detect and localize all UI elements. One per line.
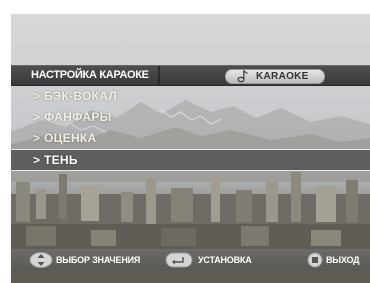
menu-item-fanfare[interactable]: > ФАНФАРЫ [11,107,370,128]
hint-bar: ВЫБОР ЗНАЧЕНИЯ УСТАНОВКА ВЫХОД [11,249,370,271]
exit-hint-label: ВЫХОД [326,255,360,265]
mode-badge: KARAOKE [225,69,325,84]
enter-button-icon [165,252,193,268]
menu-item-score[interactable]: > ОЦЕНКА [11,128,370,149]
menu-item-back-vocal[interactable]: > БЭК-ВОКАЛ [11,86,370,107]
menu-title: НАСТРОЙКА КАРАОКЕ [31,69,149,81]
mode-label: KARAOKE [256,71,309,82]
karaoke-menu: > БЭК-ВОКАЛ > ФАНФАРЫ > ОЦЕНКА > ТЕНЬ [11,86,370,171]
menu-item-shadow[interactable]: > ТЕНЬ [11,149,370,171]
title-divider [158,66,160,85]
select-hint-label: ВЫБОР ЗНАЧЕНИЯ [56,255,141,265]
stop-button-icon [307,252,323,268]
menu-title-bar: НАСТРОЙКА КАРАОКЕ KARAOKE [11,65,370,86]
dpad-up-down-icon [29,252,53,268]
music-note-icon [237,69,248,83]
enter-hint-label: УСТАНОВКА [198,255,252,265]
